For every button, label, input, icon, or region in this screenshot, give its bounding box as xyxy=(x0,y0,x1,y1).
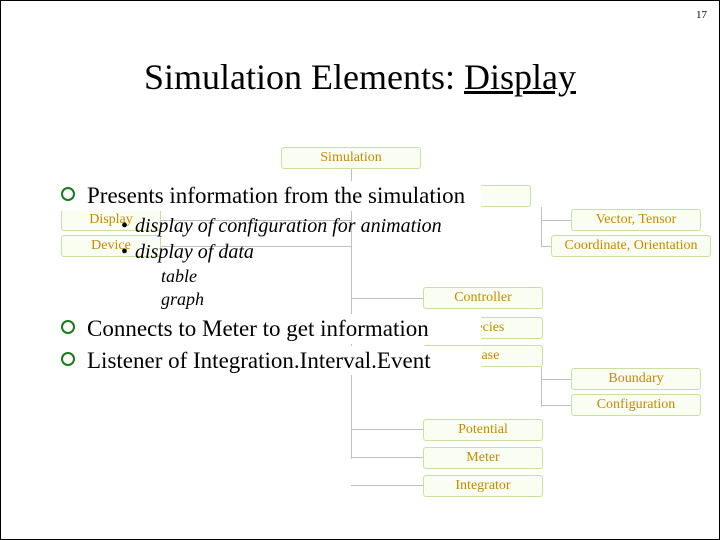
connector-line xyxy=(351,429,423,430)
subsub-graph: graph xyxy=(61,288,481,311)
page-title: Simulation Elements: Display xyxy=(1,56,719,98)
subbullet-anim-text: display of configuration for animation xyxy=(135,215,442,237)
bullet-presents-info: Presents information from the simulation xyxy=(61,181,481,211)
node-vector-tensor: Vector, Tensor xyxy=(571,209,701,231)
subsub-table: table xyxy=(61,265,481,288)
bullet-connects-meter: Connects to Meter to get information xyxy=(61,314,481,344)
node-integrator: Integrator xyxy=(423,475,543,497)
body-content: Presents information from the simulation… xyxy=(61,181,481,377)
node-meter: Meter xyxy=(423,447,543,469)
connector-line xyxy=(351,457,423,458)
connector-line xyxy=(351,485,423,486)
connector-line xyxy=(541,207,542,247)
connector-line xyxy=(541,367,542,407)
title-prefix: Simulation Elements: xyxy=(144,57,464,97)
subbullet-anim: • display of configuration for animation xyxy=(61,213,481,239)
subbullet-data: • display of data xyxy=(61,239,481,265)
connector-line xyxy=(541,405,571,406)
connector-line xyxy=(541,379,571,380)
bullet-listener: Listener of Integration.Interval.Event xyxy=(61,346,481,376)
page-number: 17 xyxy=(696,9,707,21)
node-coord-orient: Coordinate, Orientation xyxy=(551,235,711,257)
title-subject: Display xyxy=(464,57,576,97)
node-potential: Potential xyxy=(423,419,543,441)
node-simulation: Simulation xyxy=(281,147,421,169)
subbullet-data-text: display of data xyxy=(135,241,254,263)
connector-line xyxy=(541,220,571,221)
node-boundary: Boundary xyxy=(571,368,701,390)
node-configuration: Configuration xyxy=(571,394,701,416)
